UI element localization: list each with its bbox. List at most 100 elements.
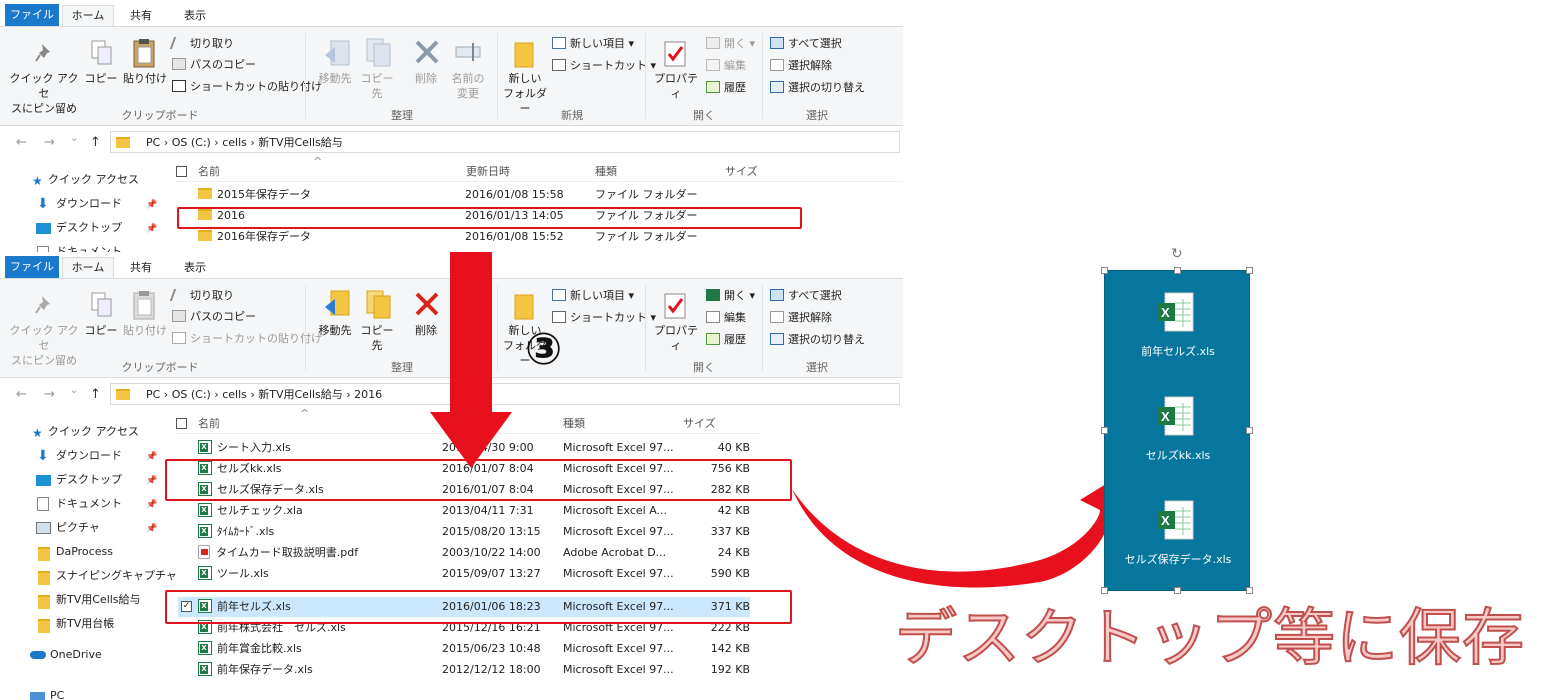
header-size[interactable]: サイズ — [725, 162, 758, 182]
header-type[interactable]: 種類 — [595, 162, 617, 182]
rotate-handle-icon[interactable]: ↻ — [1171, 246, 1183, 262]
sidebar-item-pc[interactable]: PC — [50, 686, 64, 700]
copy-to-button[interactable]: コピー先 — [356, 71, 398, 101]
file-row[interactable]: ツール.xls 2015/09/07 13:27 Microsoft Excel 9… — [190, 564, 750, 584]
tab-home[interactable]: ホーム — [62, 5, 114, 26]
resize-handle[interactable] — [1246, 427, 1253, 434]
copy-path-button[interactable]: パスのコピー — [172, 308, 256, 326]
open-button[interactable]: 開く ▾ — [706, 35, 755, 53]
pin-quick-access-button[interactable]: クイック アクセ スにピン留め — [8, 323, 80, 368]
open-button[interactable]: 開く ▾ — [706, 287, 755, 305]
resize-handle[interactable] — [1246, 587, 1253, 594]
resize-handle[interactable] — [1174, 267, 1181, 274]
history-button[interactable]: 履歴 — [706, 79, 746, 97]
shortcut-button[interactable]: ショートカット ▾ — [552, 309, 656, 327]
tab-file[interactable]: ファイル — [5, 4, 59, 26]
recent-dropdown-icon[interactable]: ⌄ — [70, 133, 78, 144]
sidebar-item-snipping[interactable]: スナイピングキャプチャ — [56, 566, 177, 586]
move-to-button[interactable]: 移動先 — [312, 71, 358, 86]
properties-button[interactable]: プロパティ — [650, 323, 702, 353]
resize-handle[interactable] — [1246, 267, 1253, 274]
forward-arrow-icon[interactable]: → — [44, 387, 55, 402]
tab-share[interactable]: 共有 — [118, 258, 164, 278]
sidebar-item-quick-access[interactable]: クイック アクセス — [48, 170, 139, 190]
delete-button[interactable]: 削除 — [406, 71, 446, 86]
select-none-button[interactable]: 選択解除 — [770, 57, 832, 75]
desktop-excel-icon[interactable]: X — [1155, 395, 1197, 439]
file-row[interactable]: シート入力.xls 2013/04/30 9:00 Microsoft Excel … — [190, 438, 750, 458]
edit-button[interactable]: 編集 — [706, 57, 746, 75]
sidebar-item-download[interactable]: ダウンロード — [56, 194, 122, 214]
sidebar-item-onedrive[interactable]: OneDrive — [50, 645, 102, 665]
sidebar-item-cells[interactable]: 新TV用Cells給与 — [56, 590, 141, 610]
edit-button[interactable]: 編集 — [706, 309, 746, 327]
sidebar-item-documents[interactable]: ドキュメント — [56, 242, 122, 252]
cut-button[interactable]: 切り取り — [169, 35, 234, 53]
header-size[interactable]: サイズ — [683, 414, 716, 434]
sidebar-item-daprocess[interactable]: DaProcess — [56, 542, 113, 562]
back-arrow-icon[interactable]: ← — [16, 387, 27, 402]
back-arrow-icon[interactable]: ← — [16, 135, 27, 150]
forward-arrow-icon[interactable]: → — [44, 135, 55, 150]
tab-share[interactable]: 共有 — [118, 6, 164, 26]
paste-shortcut-button[interactable]: ショートカットの貼り付け — [172, 330, 322, 348]
resize-handle[interactable] — [1101, 267, 1108, 274]
cut-button[interactable]: 切り取り — [169, 287, 234, 305]
sidebar-item-quick-access[interactable]: クイック アクセス — [48, 422, 139, 442]
resize-handle[interactable] — [1174, 587, 1181, 594]
sidebar-item-download[interactable]: ダウンロード — [56, 446, 122, 466]
tab-view[interactable]: 表示 — [172, 6, 218, 26]
tab-view[interactable]: 表示 — [172, 258, 218, 278]
invert-selection-button[interactable]: 選択の切り替え — [770, 331, 865, 349]
header-modified[interactable]: 更新日時 — [466, 162, 510, 182]
file-type: ファイル フォルダー — [595, 230, 698, 243]
tab-file[interactable]: ファイル — [5, 256, 59, 278]
file-row[interactable]: セルチェック.xla 2013/04/11 7:31 Microsoft Excel… — [190, 501, 750, 521]
sidebar-item-desktop[interactable]: デスクトップ — [56, 470, 122, 490]
history-button[interactable]: 履歴 — [706, 331, 746, 349]
select-all-checkbox[interactable] — [176, 166, 187, 177]
select-none-button[interactable]: 選択解除 — [770, 309, 832, 327]
up-arrow-icon[interactable]: ↑ — [90, 387, 101, 402]
desktop-excel-icon[interactable]: X — [1155, 291, 1197, 335]
breadcrumb[interactable]: PC › OS (C:) › cells › 新TV用Cells給与 › 201… — [146, 386, 382, 403]
pin-quick-access-button[interactable]: クイック アクセ スにピン留め — [8, 71, 80, 116]
file-row[interactable]: 前年保存データ.xls 2012/12/12 18:00 Microsoft Exc… — [190, 660, 750, 680]
paste-button[interactable]: 貼り付け — [122, 71, 168, 86]
paste-button[interactable]: 貼り付け — [122, 323, 168, 338]
sidebar-item-documents[interactable]: ドキュメント — [56, 494, 122, 514]
copy-button[interactable]: コピー — [84, 323, 118, 338]
delete-button[interactable]: 削除 — [406, 323, 446, 338]
properties-button[interactable]: プロパティ — [650, 71, 702, 101]
new-item-button[interactable]: 新しい項目 ▾ — [552, 287, 634, 305]
shortcut-button[interactable]: ショートカット ▾ — [552, 57, 656, 75]
copy-button[interactable]: コピー — [84, 71, 118, 86]
desktop-excel-icon[interactable]: X — [1155, 499, 1197, 543]
sidebar-item-pictures[interactable]: ピクチャ — [56, 518, 100, 538]
file-row[interactable]: タイムカード取扱説明書.pdf 2003/10/22 14:00 Adobe Acr… — [190, 543, 750, 563]
file-date: 2015/08/20 13:15 — [442, 525, 541, 538]
up-arrow-icon[interactable]: ↑ — [90, 135, 101, 150]
sidebar-item-ledger[interactable]: 新TV用台帳 — [56, 614, 114, 634]
paste-shortcut-button[interactable]: ショートカットの貼り付け — [172, 78, 322, 96]
rename-button[interactable]: 名前の 変更 — [446, 71, 490, 101]
select-all-checkbox[interactable] — [176, 418, 187, 429]
tab-home[interactable]: ホーム — [62, 257, 114, 278]
breadcrumb[interactable]: PC › OS (C:) › cells › 新TV用Cells給与 — [146, 134, 343, 151]
resize-handle[interactable] — [1101, 427, 1108, 434]
file-row[interactable]: ﾀｲﾑｶｰﾄﾞ.xls 2015/08/20 13:15 Microsoft Exc… — [190, 522, 750, 542]
header-name[interactable]: 名前 — [198, 414, 220, 434]
select-all-button[interactable]: すべて選択 — [770, 287, 842, 305]
recent-dropdown-icon[interactable]: ⌄ — [70, 385, 78, 396]
file-row[interactable]: 前年賞金比較.xls 2015/06/23 10:48 Microsoft Exce… — [190, 639, 750, 659]
header-type[interactable]: 種類 — [563, 414, 585, 434]
copy-to-button[interactable]: コピー先 — [356, 323, 398, 353]
sidebar-item-desktop[interactable]: デスクトップ — [56, 218, 122, 238]
select-all-button[interactable]: すべて選択 — [770, 35, 842, 53]
new-item-button[interactable]: 新しい項目 ▾ — [552, 35, 634, 53]
move-to-button[interactable]: 移動先 — [312, 323, 358, 338]
copy-path-button[interactable]: パスのコピー — [172, 56, 256, 74]
invert-selection-button[interactable]: 選択の切り替え — [770, 79, 865, 97]
header-name[interactable]: 名前 — [198, 162, 220, 182]
resize-handle[interactable] — [1101, 587, 1108, 594]
